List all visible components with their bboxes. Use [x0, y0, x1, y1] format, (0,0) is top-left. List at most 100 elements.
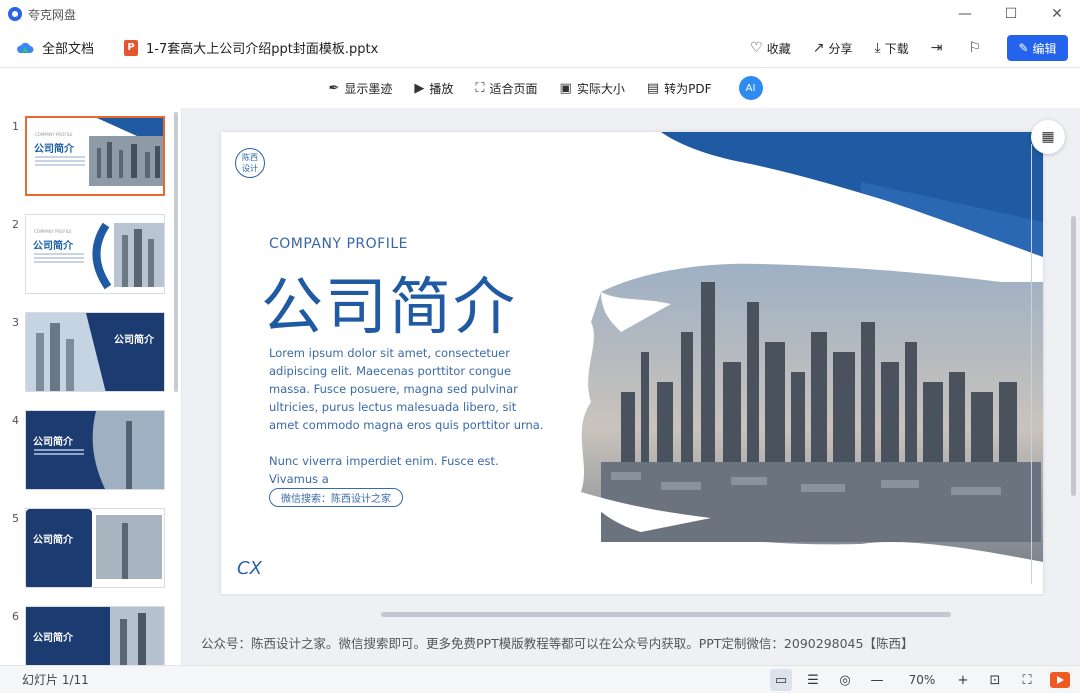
thumbnail-number: 3	[12, 316, 19, 329]
all-documents-link[interactable]: 全部文档	[42, 38, 94, 57]
vertical-scrollbar[interactable]	[1071, 216, 1076, 496]
thumbnail-title: 公司简介	[33, 633, 73, 644]
download-icon: ⤓	[874, 40, 881, 56]
convert-pdf-label: 转为PDF	[664, 81, 712, 96]
share-button[interactable]: ↗ 分享	[813, 40, 853, 57]
slide-city-artwork	[581, 132, 1043, 594]
slide-notes: 公众号：陈西设计之家。微信搜索即可。更多免费PPT模版教程等都可以在公众号内获取…	[201, 636, 914, 651]
fullscreen-icon[interactable]: ⛶	[1016, 669, 1038, 691]
slide-logo: 陈西 设计	[235, 148, 265, 178]
play-label: 播放	[429, 81, 454, 96]
share-label: 分享	[828, 41, 853, 56]
slide-thumbnail[interactable]: 公司简介	[25, 508, 165, 588]
actual-size-label: 实际大小	[576, 81, 625, 96]
download-label: 下载	[884, 41, 909, 56]
show-ink-button[interactable]: ✒ 显示墨迹	[328, 80, 392, 97]
status-bar: 幻灯片 1/11 ▭ ☰ ◎ — 70% + ⊡ ⛶	[0, 665, 1080, 693]
actual-size-icon: ▣	[559, 80, 572, 96]
sidebar-scrollbar[interactable]	[174, 112, 178, 392]
fit-window-icon[interactable]: ⊡	[984, 669, 1006, 691]
play-circle-icon: ▶	[414, 80, 425, 96]
thumbnail-row[interactable]: 2 COMPANY PROFILE 公司简介	[0, 214, 172, 298]
share-icon: ↗	[812, 40, 825, 56]
heart-icon: ♡	[750, 40, 763, 56]
pen-icon: ✎	[1018, 41, 1029, 55]
thumbnail-row[interactable]: 4 公司简介	[0, 410, 172, 494]
slide-thumbnail[interactable]: COMPANY PROFILE 公司简介	[25, 214, 165, 294]
maximize-button[interactable]: ☐	[988, 0, 1034, 28]
play-button[interactable]: ▶ 播放	[414, 80, 453, 97]
slide-wechat-pill: 微信搜索：陈西设计之家	[269, 488, 403, 507]
export-icon: ⇥	[930, 40, 943, 56]
edit-label: 编辑	[1032, 41, 1057, 56]
thumbnail-title: 公司简介	[114, 335, 154, 346]
thumbnail-row[interactable]: 5 公司简介	[0, 508, 172, 592]
download-button[interactable]: ⤓ 下载	[874, 40, 908, 57]
close-button[interactable]: ✕	[1034, 0, 1080, 28]
thumbnail-number: 1	[12, 120, 19, 133]
thumbnail-number: 4	[12, 414, 19, 427]
slide-thumbnail-panel: 1 COMPANY PROFILE 公司简介 2 COMPANY PROFILE…	[0, 108, 182, 665]
thumbnail-text-lines	[34, 449, 84, 457]
pdf-icon: ▤	[646, 80, 660, 96]
feedback-icon: ⚐	[968, 40, 981, 56]
zoom-out-icon[interactable]: —	[866, 669, 888, 691]
slide-body-text-2: Nunc viverra imperdiet enim. Fusce est. …	[269, 454, 499, 486]
slide-thumbnail[interactable]: 公司简介	[25, 312, 165, 392]
minimize-button[interactable]: —	[942, 0, 988, 28]
web-view-icon[interactable]: ◎	[834, 669, 856, 691]
thumbnail-number: 2	[12, 218, 19, 231]
slide-stage: 陈西 设计 COMPANY PROFILE 公司简介 Lorem ipsum d…	[183, 108, 1080, 665]
ai-assistant-button[interactable]: AI	[738, 76, 763, 100]
file-name: 1-7套高大上公司介绍ppt封面模板.pptx	[146, 42, 379, 57]
status-controls: ▭ ☰ ◎ — 70% + ⊡ ⛶	[760, 666, 1070, 693]
favorite-button[interactable]: ♡ 收藏	[750, 40, 791, 57]
slide-counter: 幻灯片 1/11	[22, 673, 89, 687]
thumbnail-art	[89, 118, 163, 186]
export-button[interactable]: ⇥	[931, 40, 947, 56]
thumbnail-row[interactable]: 3 公司简介	[0, 312, 172, 396]
horizontal-scrollbar[interactable]	[381, 612, 951, 617]
thumbnail-row[interactable]: 1 COMPANY PROFILE 公司简介	[0, 116, 172, 200]
thumbnail-row[interactable]: 6 公司简介	[0, 606, 172, 665]
slide-title: 公司简介	[261, 270, 518, 343]
slide-subtitle: COMPANY PROFILE	[269, 236, 408, 252]
convert-pdf-button[interactable]: ▤ 转为PDF	[647, 80, 712, 97]
app-name: 夸克网盘	[28, 7, 77, 22]
normal-view-icon[interactable]: ▭	[770, 669, 792, 691]
feedback-button[interactable]: ⚐	[968, 40, 985, 56]
title-bar: 夸克网盘 — ☐ ✕	[0, 0, 1080, 28]
slide-logo-line: 设计	[242, 164, 258, 173]
show-ink-label: 显示墨迹	[344, 81, 393, 96]
slide-body-text: Lorem ipsum dolor sit amet, consectetuer…	[269, 346, 544, 432]
slide-tool-icon[interactable]: ▦	[1031, 120, 1065, 154]
fit-page-label: 适合页面	[489, 81, 538, 96]
slide-thumbnail[interactable]: COMPANY PROFILE 公司简介	[25, 116, 165, 196]
zoom-level: 70%	[908, 673, 936, 687]
thumbnail-title: 公司简介	[33, 437, 73, 448]
viewer-toolbar: ✒ 显示墨迹 ▶ 播放 ⛶ 适合页面 ▣ 实际大小 ▤ 转为PDF AI	[0, 68, 1080, 108]
document-actions: ♡ 收藏 ↗ 分享 ⤓ 下载 ⇥ ⚐ ✎ 编辑	[728, 28, 1068, 68]
thumbnail-art	[92, 222, 164, 290]
app-logo-icon	[8, 7, 22, 21]
cloud-icon	[17, 42, 34, 53]
slide-thumbnail[interactable]: 公司简介	[25, 606, 165, 665]
slide-thumbnail[interactable]: 公司简介	[25, 410, 165, 490]
notes-view-icon[interactable]: ☰	[802, 669, 824, 691]
thumbnail-art	[26, 313, 164, 391]
fit-page-button[interactable]: ⛶ 适合页面	[475, 80, 537, 97]
ink-icon: ✒	[328, 80, 340, 96]
document-bar: 全部文档 P 1-7套高大上公司介绍ppt封面模板.pptx ♡ 收藏 ↗ 分享 ⤓…	[0, 28, 1080, 68]
thumbnail-number: 5	[12, 512, 19, 525]
window-controls: — ☐ ✕	[942, 0, 1080, 28]
fit-page-icon: ⛶	[475, 80, 485, 96]
edit-button[interactable]: ✎ 编辑	[1007, 35, 1068, 61]
slideshow-play-icon[interactable]	[1050, 672, 1070, 688]
zoom-in-icon[interactable]: +	[952, 669, 974, 691]
slide-logo-line: 陈西	[242, 153, 258, 162]
pptx-file-icon: P	[124, 39, 139, 56]
current-slide: 陈西 设计 COMPANY PROFILE 公司简介 Lorem ipsum d…	[221, 132, 1043, 594]
actual-size-button[interactable]: ▣ 实际大小	[560, 80, 625, 97]
thumbnail-art	[26, 509, 162, 587]
favorite-label: 收藏	[766, 41, 791, 56]
